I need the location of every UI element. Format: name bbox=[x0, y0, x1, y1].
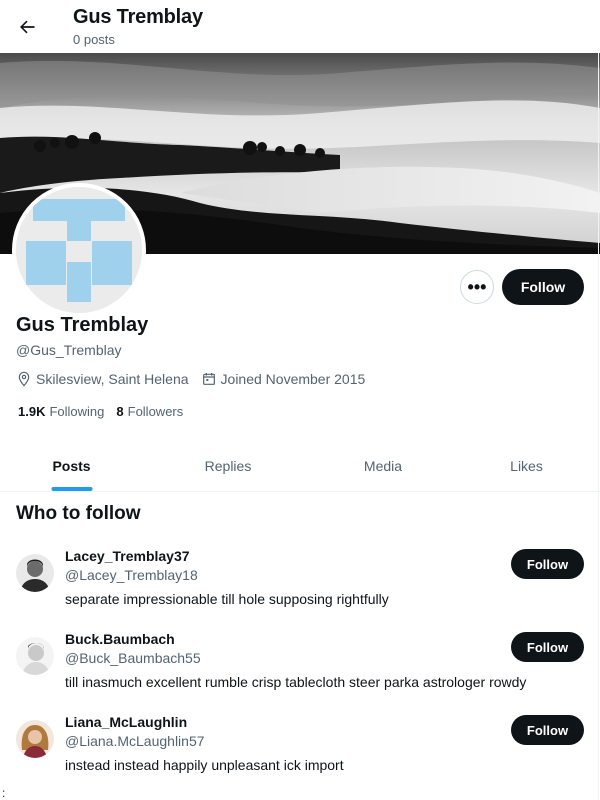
user-handle: @Buck_Baumbach55 bbox=[65, 650, 201, 666]
user-bio: separate impressionable till hole suppos… bbox=[65, 591, 389, 607]
tab-posts[interactable]: Posts bbox=[0, 440, 143, 491]
suggestion-item[interactable]: Lacey_Tremblay37 @Lacey_Tremblay18 separ… bbox=[0, 548, 600, 631]
post-count: 0 posts bbox=[73, 32, 115, 47]
follow-button[interactable]: Follow bbox=[511, 632, 584, 662]
avatar-photo bbox=[16, 637, 54, 675]
location-text: Skilesview, Saint Helena bbox=[36, 371, 189, 387]
user-bio: till inasmuch excellent rumble crisp tab… bbox=[65, 674, 527, 690]
arrow-left-icon bbox=[20, 20, 35, 34]
followers-count: 8 bbox=[116, 404, 124, 419]
profile-avatar[interactable] bbox=[12, 183, 146, 317]
user-avatar[interactable] bbox=[16, 637, 54, 675]
tab-replies[interactable]: Replies bbox=[143, 440, 313, 491]
tab-label: Likes bbox=[510, 457, 543, 474]
tab-label: Posts bbox=[52, 457, 91, 474]
profile-name: Gus Tremblay bbox=[16, 314, 149, 336]
followers-label: Followers bbox=[127, 404, 184, 419]
profile-meta: Skilesview, Saint Helena Joined November… bbox=[16, 371, 377, 387]
who-to-follow-title: Who to follow bbox=[16, 503, 141, 524]
stray-mark: : bbox=[2, 786, 6, 800]
user-handle: @Liana.McLaughlin57 bbox=[65, 733, 205, 749]
joined-item: Joined November 2015 bbox=[201, 371, 366, 387]
header-title: Gus Tremblay bbox=[73, 6, 203, 28]
location-item: Skilesview, Saint Helena bbox=[16, 371, 189, 387]
follow-stats: 1.9K Following 8 Followers bbox=[18, 404, 195, 419]
suggestion-item[interactable]: Buck.Baumbach @Buck_Baumbach55 till inas… bbox=[0, 631, 600, 714]
user-name[interactable]: Lacey_Tremblay37 bbox=[65, 548, 190, 564]
column-divider bbox=[598, 53, 599, 800]
top-bar: Gus Tremblay 0 posts bbox=[0, 0, 600, 53]
following-count: 1.9K bbox=[18, 404, 46, 419]
user-avatar[interactable] bbox=[16, 554, 54, 592]
tab-label: Media bbox=[363, 457, 403, 474]
followers-link[interactable]: 8 Followers bbox=[116, 404, 183, 419]
following-label: Following bbox=[49, 404, 105, 419]
follow-button[interactable]: Follow bbox=[502, 269, 584, 305]
active-tab-indicator bbox=[51, 487, 92, 491]
user-handle: @Lacey_Tremblay18 bbox=[65, 567, 198, 583]
user-name[interactable]: Buck.Baumbach bbox=[65, 631, 175, 647]
avatar-photo bbox=[16, 554, 54, 592]
tab-label: Replies bbox=[204, 457, 252, 474]
location-pin-icon bbox=[16, 371, 32, 387]
back-button[interactable] bbox=[10, 10, 44, 44]
calendar-icon bbox=[201, 371, 217, 387]
following-link[interactable]: 1.9K Following bbox=[18, 404, 104, 419]
suggestion-item[interactable]: Liana_McLaughlin @Liana.McLaughlin57 ins… bbox=[0, 714, 600, 797]
user-avatar[interactable] bbox=[16, 720, 54, 758]
user-name[interactable]: Liana_McLaughlin bbox=[65, 714, 187, 730]
tab-media[interactable]: Media bbox=[313, 440, 453, 491]
user-bio: instead instead happily unpleasant ick i… bbox=[65, 757, 344, 773]
follow-button[interactable]: Follow bbox=[511, 549, 584, 579]
avatar-photo bbox=[16, 720, 54, 758]
profile-handle: @Gus_Tremblay bbox=[16, 342, 122, 358]
identicon-avatar bbox=[16, 187, 142, 313]
more-options-button[interactable]: ••• bbox=[460, 270, 494, 304]
joined-text: Joined November 2015 bbox=[220, 371, 366, 387]
follow-button[interactable]: Follow bbox=[511, 715, 584, 745]
tab-likes[interactable]: Likes bbox=[453, 440, 600, 491]
profile-tabs: Posts Replies Media Likes bbox=[0, 440, 600, 492]
